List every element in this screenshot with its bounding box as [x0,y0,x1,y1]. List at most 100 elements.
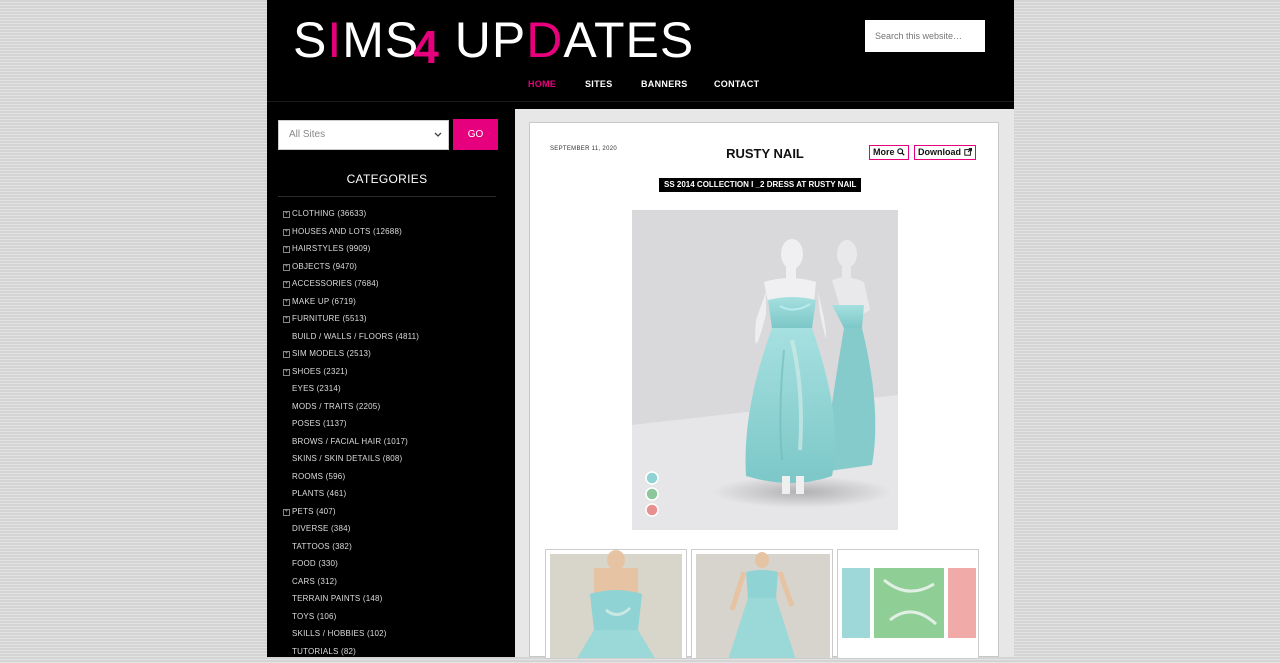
category-label: SKINS / SKIN DETAILS (808) [292,454,402,463]
logo-text: UP [440,12,526,68]
page-wrapper: SIMS4 UPDATES HOME SITES BANNERS CONTACT… [267,0,1014,657]
category-item[interactable]: +SHOES (2321) [283,366,419,384]
post-card: SEPTEMBER 11, 2020 RUSTY NAIL More Downl… [529,122,999,657]
category-label: TERRAIN PAINTS (148) [292,594,383,603]
header-divider [267,101,1014,102]
expand-plus-icon[interactable]: + [283,211,290,218]
site-logo[interactable]: SIMS4 UPDATES [293,12,694,68]
logo-text: S [293,12,327,68]
go-button[interactable]: GO [453,119,498,150]
nav-contact[interactable]: CONTACT [714,79,759,89]
category-label: FURNITURE (5513) [292,314,367,323]
search-icon [897,148,905,156]
nav-sites[interactable]: SITES [585,79,613,89]
category-label: BUILD / WALLS / FLOORS (4811) [292,332,419,341]
category-label: ACCESSORIES (7684) [292,279,379,288]
category-item[interactable]: BUILD / WALLS / FLOORS (4811) [283,331,419,349]
logo-text: ATES [563,12,694,68]
post-title[interactable]: RUSTY NAIL [680,146,850,161]
dress-thumbnail-image [692,550,833,659]
category-item[interactable]: CARS (312) [283,576,419,594]
expand-plus-icon[interactable]: + [283,229,290,236]
category-label: HAIRSTYLES (9909) [292,244,371,253]
dress-thumbnail-image [546,550,687,659]
category-item[interactable]: POSES (1137) [283,418,419,436]
category-label: ROOMS (596) [292,472,345,481]
expand-plus-icon[interactable]: + [283,509,290,516]
expand-plus-icon[interactable]: + [283,246,290,253]
expand-plus-icon[interactable]: + [283,281,290,288]
site-filter-select[interactable]: All Sites [278,120,449,150]
logo-text: MS [342,12,419,68]
category-label: SHOES (2321) [292,367,348,376]
download-button[interactable]: Download [914,145,976,160]
category-label: MAKE UP (6719) [292,297,356,306]
chevron-down-icon [434,121,442,160]
category-label: POSES (1137) [292,419,347,428]
category-label: OBJECTS (9470) [292,262,357,271]
category-item[interactable]: ROOMS (596) [283,471,419,489]
category-item[interactable]: +FURNITURE (5513) [283,313,419,331]
category-label: MODS / TRAITS (2205) [292,402,380,411]
category-item[interactable]: +HAIRSTYLES (9909) [283,243,419,261]
expand-plus-icon[interactable]: + [283,264,290,271]
category-label: EYES (2314) [292,384,341,393]
category-item[interactable]: EYES (2314) [283,383,419,401]
category-item[interactable]: +PETS (407) [283,506,419,524]
post-date: SEPTEMBER 11, 2020 [550,146,617,152]
category-label: PETS (407) [292,507,336,516]
category-label: SIM MODELS (2513) [292,349,371,358]
expand-plus-icon[interactable]: + [283,316,290,323]
category-item[interactable]: TATTOOS (382) [283,541,419,559]
logo-text: D [526,12,563,68]
dress-illustration [632,210,898,530]
category-label: HOUSES AND LOTS (12688) [292,227,402,236]
category-label: CLOTHING (36633) [292,209,366,218]
more-button-label: More [873,147,895,157]
post-thumbnail[interactable] [545,549,687,659]
post-main-image[interactable] [632,210,898,530]
category-item[interactable]: SKINS / SKIN DETAILS (808) [283,453,419,471]
swatch-thumbnail-image [838,550,979,659]
category-label: TATTOOS (382) [292,542,352,551]
nav-home[interactable]: HOME [528,79,556,89]
nav-banners[interactable]: BANNERS [641,79,688,89]
post-thumbnail[interactable] [691,549,833,659]
site-filter-value: All Sites [289,129,325,140]
category-item[interactable]: TOYS (106) [283,611,419,629]
more-button[interactable]: More [869,145,909,160]
expand-plus-icon[interactable]: + [283,299,290,306]
category-label: TUTORIALS (82) [292,647,356,656]
category-item[interactable]: +MAKE UP (6719) [283,296,419,314]
category-item[interactable]: PLANTS (461) [283,488,419,506]
category-item[interactable]: SKILLS / HOBBIES (102) [283,628,419,646]
search-input[interactable] [865,20,985,52]
post-thumbnail[interactable] [837,549,979,659]
category-item[interactable]: +HOUSES AND LOTS (12688) [283,226,419,244]
categories-divider [278,196,496,197]
category-label: SKILLS / HOBBIES (102) [292,629,387,638]
logo-text: 4 [413,21,440,73]
category-item[interactable]: +ACCESSORIES (7684) [283,278,419,296]
category-item[interactable]: +OBJECTS (9470) [283,261,419,279]
category-label: FOOD (330) [292,559,338,568]
category-label: BROWS / FACIAL HAIR (1017) [292,437,408,446]
category-item[interactable]: MODS / TRAITS (2205) [283,401,419,419]
categories-heading: CATEGORIES [278,172,496,186]
category-label: PLANTS (461) [292,489,346,498]
category-item[interactable]: +SIM MODELS (2513) [283,348,419,366]
external-link-icon [964,148,972,156]
category-label: DIVERSE (384) [292,524,351,533]
category-item[interactable]: TERRAIN PAINTS (148) [283,593,419,611]
category-label: TOYS (106) [292,612,337,621]
post-subtitle: SS 2014 COLLECTION I _2 DRESS AT RUSTY N… [659,178,861,192]
expand-plus-icon[interactable]: + [283,351,290,358]
category-item[interactable]: DIVERSE (384) [283,523,419,541]
category-item[interactable]: BROWS / FACIAL HAIR (1017) [283,436,419,454]
category-item[interactable]: +CLOTHING (36633) [283,208,419,226]
category-item[interactable]: TUTORIALS (82) [283,646,419,663]
category-item[interactable]: FOOD (330) [283,558,419,576]
expand-plus-icon[interactable]: + [283,369,290,376]
download-button-label: Download [918,147,961,157]
category-label: CARS (312) [292,577,337,586]
